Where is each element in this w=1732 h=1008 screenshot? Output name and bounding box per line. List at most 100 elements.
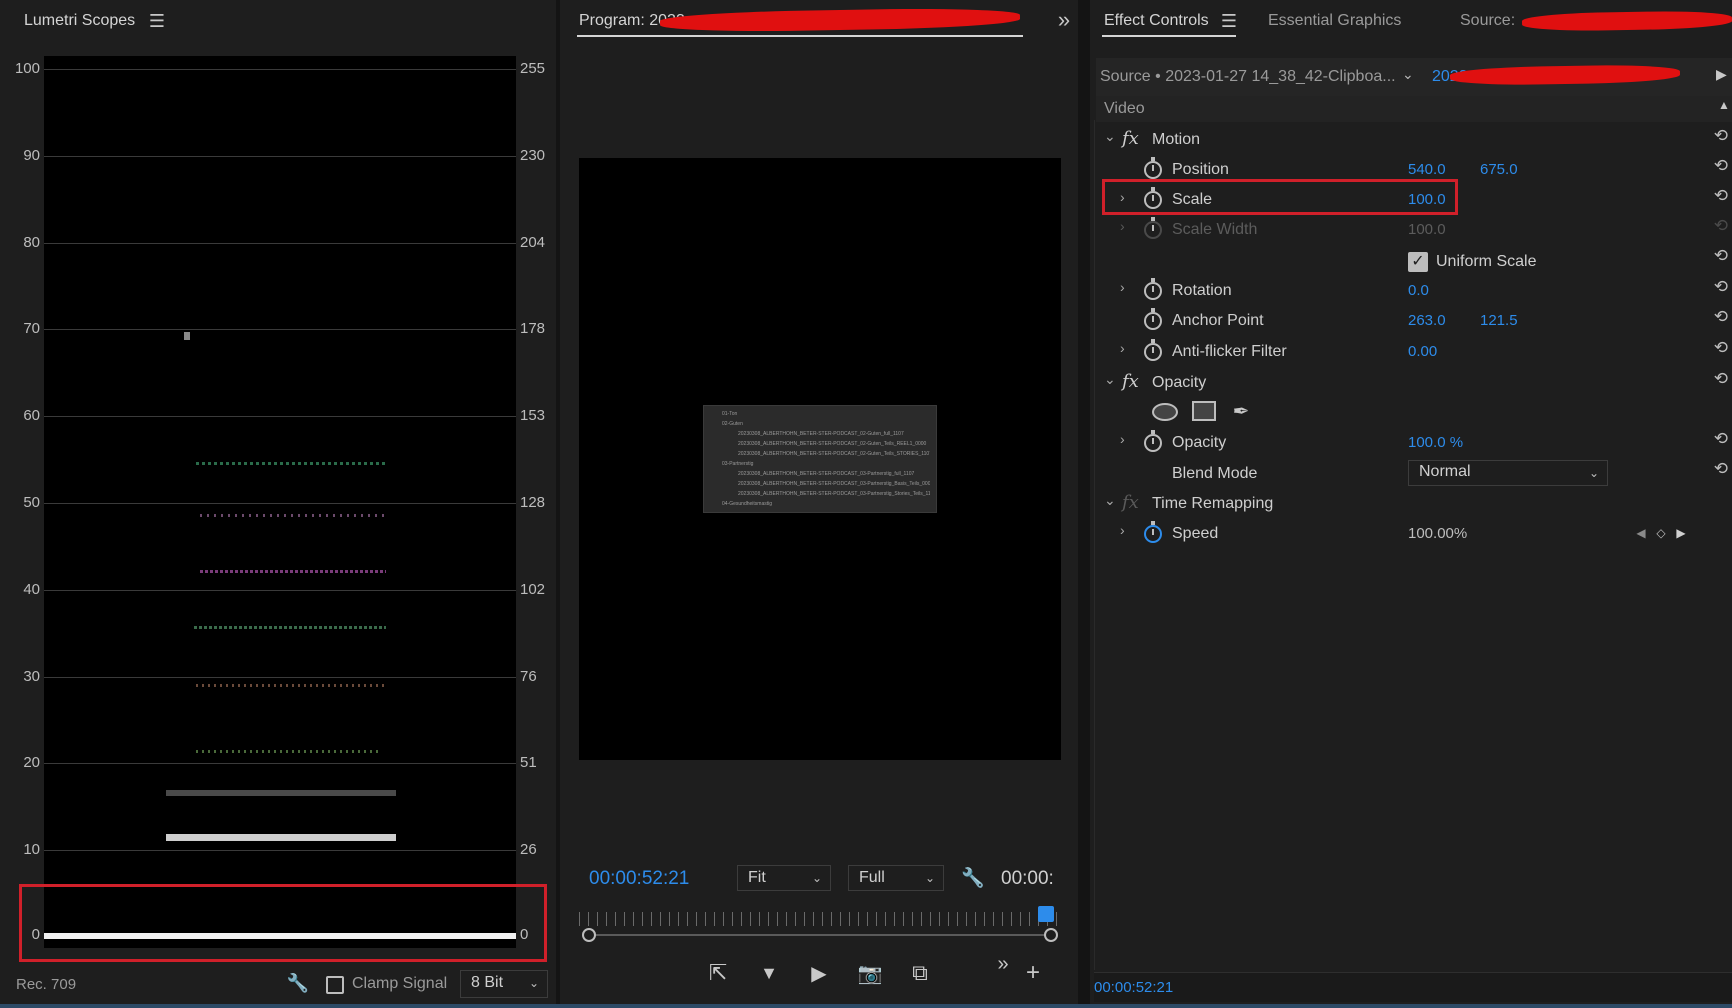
reset-icon[interactable]: ⟲ <box>1714 156 1728 176</box>
wrench-icon[interactable]: 🔧 <box>961 866 985 890</box>
thumbnail-file-line: 20230308_ALBERTHOHN_BETER-STER-PODCAST_0… <box>738 451 930 457</box>
rotation-value[interactable]: 0.0 <box>1408 282 1429 299</box>
zoom-fit-dropdown[interactable]: Fit ⌄ <box>737 865 831 891</box>
time-remapping-label[interactable]: Time Remapping <box>1152 495 1273 513</box>
scale-value[interactable]: 100.0 <box>1408 191 1446 208</box>
opacity-label: Opacity <box>1172 434 1227 451</box>
export-frame-icon[interactable]: ⇱ <box>704 960 732 986</box>
expand-rotation-chevron[interactable]: › <box>1120 279 1125 295</box>
playhead-timecode[interactable]: 00:00:52:21 <box>589 868 689 890</box>
stopwatch-icon[interactable] <box>1144 308 1162 330</box>
stopwatch-icon[interactable] <box>1144 430 1162 452</box>
motion-effect-label[interactable]: Motion <box>1152 131 1200 149</box>
source-clip-name[interactable]: Source • 2023-01-27 14_38_42-Clipboa... <box>1100 68 1396 86</box>
reset-icon[interactable]: ⟲ <box>1714 369 1728 389</box>
collapse-time-remap-chevron[interactable]: ⌄ <box>1104 492 1116 509</box>
scope-scale-label-right: 204 <box>520 234 546 251</box>
bit-depth-dropdown[interactable]: 8 Bit ⌄ <box>460 970 548 998</box>
stopwatch-icon[interactable] <box>1144 187 1162 209</box>
camera-icon[interactable]: 📷 <box>856 960 884 986</box>
uniform-scale-label: Uniform Scale <box>1436 253 1537 270</box>
waveform-trace <box>196 684 386 687</box>
add-marker-icon[interactable]: ▼ <box>756 960 782 986</box>
panel-menu-icon[interactable]: ☰ <box>1220 10 1238 32</box>
chevron-double-right-icon[interactable]: » <box>1054 7 1074 32</box>
scope-scale-label-right: 153 <box>520 407 546 424</box>
scope-grid-line <box>44 243 516 244</box>
zoom-handle-left[interactable] <box>582 928 596 942</box>
anchor-y-value[interactable]: 121.5 <box>1480 312 1518 329</box>
collapse-opacity-chevron[interactable]: ⌄ <box>1104 371 1116 388</box>
effect-controls-panel: Effect Controls ☰ Essential Graphics Sou… <box>1090 0 1732 1008</box>
expand-scale-chevron[interactable]: › <box>1120 189 1125 205</box>
tab-essential-graphics[interactable]: Essential Graphics <box>1268 12 1401 30</box>
pen-mask-icon[interactable]: ✒ <box>1228 398 1254 424</box>
uniform-scale-checkbox[interactable]: ✓ <box>1408 252 1428 272</box>
next-keyframe-icon[interactable]: ▶ <box>1674 524 1688 542</box>
scope-scale-label-left: 90 <box>23 147 40 164</box>
stopwatch-icon[interactable] <box>1144 278 1162 300</box>
stopwatch-icon[interactable] <box>1144 521 1162 543</box>
scope-scale-label-right: 255 <box>520 60 546 77</box>
fx-icon: fx <box>1122 371 1139 392</box>
reset-icon[interactable]: ⟲ <box>1714 459 1728 479</box>
scope-grid-line <box>44 416 516 417</box>
reset-icon[interactable]: ⟲ <box>1714 246 1728 266</box>
blend-mode-dropdown[interactable]: Normal ⌄ <box>1408 460 1608 486</box>
scroll-up-icon[interactable]: ▲ <box>1718 98 1730 112</box>
reset-icon[interactable]: ⟲ <box>1714 307 1728 327</box>
reset-icon[interactable]: ⟲ <box>1714 429 1728 449</box>
previous-keyframe-icon[interactable]: ◀ <box>1634 524 1648 542</box>
reset-icon[interactable]: ⟲ <box>1714 186 1728 206</box>
tab-source[interactable]: Source: <box>1460 12 1515 30</box>
clamp-signal-label: Clamp Signal <box>352 975 448 992</box>
add-keyframe-icon[interactable]: ◇ <box>1654 524 1668 542</box>
left-column-divider <box>1094 120 1095 970</box>
scale-label: Scale <box>1172 191 1213 208</box>
video-preview[interactable]: 01-Ton 02-Guten 20230308_ALBERTHOHN_BETER-… <box>579 158 1061 760</box>
add-button-icon[interactable]: + <box>1020 959 1046 986</box>
playhead-marker[interactable] <box>1038 906 1054 922</box>
position-y-value[interactable]: 675.0 <box>1480 161 1518 178</box>
panel-menu-icon[interactable]: ☰ <box>148 10 166 32</box>
comparison-view-icon[interactable]: ⧉ <box>906 960 934 986</box>
expand-antiflicker-chevron[interactable]: › <box>1120 340 1125 356</box>
stopwatch-icon[interactable] <box>1144 157 1162 179</box>
opacity-effect-label[interactable]: Opacity <box>1152 374 1206 392</box>
ellipse-mask-icon[interactable] <box>1152 403 1178 421</box>
chevron-double-right-icon[interactable]: » <box>994 952 1012 976</box>
clamp-signal-checkbox[interactable] <box>326 976 344 994</box>
rectangle-mask-icon[interactable] <box>1192 401 1216 421</box>
lumetri-scopes-title[interactable]: Lumetri Scopes <box>24 12 135 30</box>
waveform-trace <box>200 514 386 517</box>
position-x-value[interactable]: 540.0 <box>1408 161 1446 178</box>
footer-timecode[interactable]: 00:00:52:21 <box>1094 979 1173 996</box>
expand-speed-chevron[interactable]: › <box>1120 522 1125 538</box>
stopwatch-icon <box>1144 217 1162 239</box>
reset-icon[interactable]: ⟲ <box>1714 126 1728 146</box>
wrench-icon[interactable]: 🔧 <box>287 972 309 994</box>
time-ruler[interactable] <box>579 912 1059 926</box>
thumbnail-file-line: 20230308_ALBERTHOHN_BETER-STER-PODCAST_0… <box>738 441 927 447</box>
zoom-handle-right[interactable] <box>1044 928 1058 942</box>
reset-icon[interactable]: ⟲ <box>1714 277 1728 297</box>
collapse-motion-chevron[interactable]: ⌄ <box>1104 128 1116 145</box>
expand-scale-width-chevron: › <box>1120 218 1125 234</box>
zoom-scrollbar[interactable] <box>588 934 1056 936</box>
expand-timeline-icon[interactable]: ▶ <box>1716 66 1727 83</box>
scope-scale-label-right: 26 <box>520 841 537 858</box>
chevron-down-icon[interactable]: ⌄ <box>1402 66 1414 83</box>
play-icon[interactable]: ▶ <box>806 960 832 986</box>
tab-effect-controls[interactable]: Effect Controls <box>1104 12 1209 30</box>
opacity-value[interactable]: 100.0 % <box>1408 434 1463 451</box>
stopwatch-icon[interactable] <box>1144 339 1162 361</box>
antiflicker-value[interactable]: 0.00 <box>1408 343 1437 360</box>
bit-depth-value: 8 Bit <box>471 974 504 991</box>
reset-icon[interactable]: ⟲ <box>1714 338 1728 358</box>
expand-opacity-chevron[interactable]: › <box>1120 431 1125 447</box>
thumbnail-file-line: 20230308_ALBERTHOHN_BETER-STER-PODCAST_0… <box>738 481 930 487</box>
scope-scale-label-left: 60 <box>23 407 40 424</box>
anchor-x-value[interactable]: 263.0 <box>1408 312 1446 329</box>
speed-value[interactable]: 100.00% <box>1408 525 1467 542</box>
playback-quality-dropdown[interactable]: Full ⌄ <box>848 865 944 891</box>
